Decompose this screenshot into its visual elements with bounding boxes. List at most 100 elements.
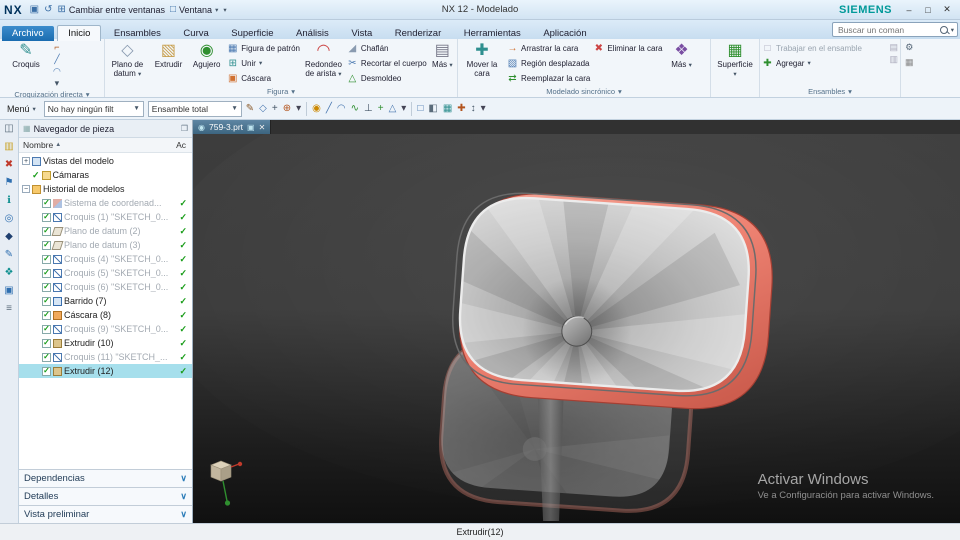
menu-button[interactable]: Menú ▾	[3, 101, 40, 117]
ribbon-tab[interactable]: Análisis	[286, 26, 339, 41]
midpoint-snap-icon[interactable]: +	[378, 101, 384, 117]
tree-row[interactable]: − ✓ ✓ Historial de modelos ✓	[19, 182, 192, 196]
expander-icon[interactable]	[32, 283, 40, 291]
graphics-window[interactable]: ◉ 759-3.prt ▣ ✕ Activar Windows Ve a Con…	[193, 120, 960, 523]
perpendicular-snap-icon[interactable]: ⊥	[364, 101, 373, 117]
tree-item-label[interactable]: Cámaras	[53, 170, 90, 180]
tree-item-label[interactable]: Vistas del modelo	[43, 156, 114, 166]
tree-row[interactable]: ✓ ✓ Croquis (5) "SKETCH_0... ✓	[19, 266, 192, 280]
feature-checkbox[interactable]: ✓	[42, 226, 51, 236]
feature-checkbox[interactable]: ✓	[42, 212, 51, 222]
selection-filter-dropdown[interactable]: No hay ningún filt ▼	[43, 100, 144, 117]
edge-blend-button[interactable]: ◠ Redondeo de arista ▾	[303, 40, 344, 80]
ribbon-tab[interactable]: Archivo	[2, 26, 54, 41]
work-in-assembly-button[interactable]: □ Trabajar en el ensamble	[762, 41, 886, 55]
close-tab-icon[interactable]: ✕	[259, 123, 266, 132]
expander-icon[interactable]	[32, 269, 40, 277]
tree-item-label[interactable]: Plano de datum (2)	[64, 226, 141, 236]
part-navigator-header[interactable]: ▦ Navegador de pieza ❒	[19, 120, 192, 138]
feature-checkbox[interactable]: ✓	[42, 254, 51, 264]
search-dropdown-icon[interactable]: ▾	[951, 26, 954, 34]
quick-access-customize-icon[interactable]: ▾	[223, 6, 226, 14]
tree-item-label[interactable]: Croquis (9) "SKETCH_0...	[64, 324, 168, 334]
ribbon-tab[interactable]: Curva	[173, 26, 218, 41]
details-panel[interactable]: Detalles ∨	[19, 487, 192, 505]
tree-row[interactable]: ✓ ✓ Barrido (7) ✓	[19, 294, 192, 308]
group-label-assemblies[interactable]: Ensambles ▾	[760, 86, 900, 97]
search-results-icon[interactable]: ◎	[5, 213, 14, 224]
hole-button[interactable]: ◉ Agujero	[189, 40, 224, 70]
ribbon-tab[interactable]: Ensambles	[104, 26, 171, 41]
expander-icon[interactable]	[32, 241, 40, 249]
extrude-button[interactable]: ▧ Extrudir	[151, 40, 186, 70]
tree-row[interactable]: ✓ ✓ Sistema de coordenad... ✓	[19, 196, 192, 210]
pan-icon[interactable]: ✚	[457, 101, 465, 117]
expander-icon[interactable]	[32, 297, 40, 305]
wireframe-view-icon[interactable]: □	[417, 101, 423, 117]
group-dialog-launcher-icon[interactable]: ▾	[618, 87, 622, 96]
part-navigator-icon[interactable]: ⚑	[5, 177, 14, 188]
column-ac-header[interactable]: Ac	[176, 140, 188, 150]
draft-button[interactable]: △ Desmoldeo	[347, 71, 427, 85]
tree-row[interactable]: ✓ ✓ Cámaras ✓	[19, 168, 192, 182]
save-icon[interactable]: ▣	[30, 4, 39, 15]
hd3d-tools-icon[interactable]: ◆	[5, 231, 13, 242]
info-icon[interactable]: ℹ	[7, 195, 11, 206]
expander-icon[interactable]	[32, 367, 40, 375]
selection-scope-dropdown[interactable]: Ensamble total ▼	[147, 100, 242, 117]
move-component-icon[interactable]: ▤	[889, 42, 898, 53]
history-palette-icon[interactable]: ▣	[4, 285, 13, 296]
trim-body-button[interactable]: ✂ Recortar el cuerpo	[347, 56, 427, 70]
expander-icon[interactable]	[32, 353, 40, 361]
assembly-constraints-icon[interactable]: ▥	[889, 54, 898, 65]
tree-item-label[interactable]: Croquis (6) "SKETCH_0...	[64, 282, 168, 292]
ribbon-tab[interactable]: Vista	[341, 26, 382, 41]
line-icon[interactable]: ╱	[53, 54, 61, 65]
group-dialog-launcher-icon[interactable]: ▾	[848, 87, 852, 96]
constraint-navigator-icon[interactable]: ✖	[5, 159, 13, 170]
ribbon-tab[interactable]: Herramientas	[454, 26, 531, 41]
part-tab[interactable]: ◉ 759-3.prt ▣ ✕	[193, 120, 272, 134]
tree-item-label[interactable]: Plano de datum (3)	[64, 240, 141, 250]
tree-item-label[interactable]: Extrudir (10)	[64, 338, 114, 348]
tree-row[interactable]: ✓ ✓ Croquis (6) "SKETCH_0... ✓	[19, 280, 192, 294]
expander-icon[interactable]	[32, 255, 40, 263]
more-sketch-tools-icon[interactable]: ▾	[53, 78, 61, 89]
sketch-button[interactable]: ✎ Croquis	[2, 40, 50, 70]
chevron-expand-icon[interactable]: ∨	[180, 509, 187, 520]
grid-icon[interactable]: ▦	[443, 101, 452, 117]
panels-toggle-icon[interactable]: ◫	[4, 123, 13, 134]
feature-checkbox[interactable]: ✓	[42, 352, 51, 362]
delete-face-button[interactable]: ✖ Eliminar la cara	[593, 41, 663, 55]
snap-dropdown-icon[interactable]: ▾	[401, 101, 406, 117]
tree-item-label[interactable]: Cáscara (8)	[64, 310, 111, 320]
tree-item-label[interactable]: Sistema de coordenad...	[64, 198, 162, 208]
tree-row[interactable]: ✓ ✓ Extrudir (10) ✓	[19, 336, 192, 350]
ribbon-tab[interactable]: Superficie	[221, 26, 283, 41]
shaded-view-icon[interactable]: ◧	[428, 101, 437, 117]
zoom-icon[interactable]: ↕	[471, 101, 476, 117]
ribbon-tab[interactable]: Aplicación	[533, 26, 596, 41]
chevron-expand-icon[interactable]: ∨	[180, 491, 187, 502]
group-label-synchronous[interactable]: Modelado sincrónico ▾	[458, 86, 710, 97]
pull-face-button[interactable]: → Arrastrar la cara	[507, 41, 590, 55]
tree-item-label[interactable]: Croquis (11) "SKETCH_...	[64, 352, 168, 362]
separator[interactable]	[306, 101, 308, 116]
expander-icon[interactable]: +	[22, 157, 30, 165]
unite-button[interactable]: ⊞ Unir ▾	[227, 56, 300, 70]
expander-icon[interactable]	[32, 227, 40, 235]
offset-region-button[interactable]: ▧ Región desplazada	[507, 56, 590, 70]
feature-checkbox[interactable]: ✓	[42, 240, 51, 250]
expander-icon[interactable]	[32, 213, 40, 221]
tree-item-label[interactable]: Barrido (7)	[64, 296, 107, 306]
feature-checkbox[interactable]: ✓	[42, 268, 51, 278]
tree-row[interactable]: ✓ ✓ Croquis (1) "SKETCH_0... ✓	[19, 210, 192, 224]
chamfer-button[interactable]: ◢ Chaflán	[347, 41, 427, 55]
feature-checkbox[interactable]: ✓	[42, 198, 51, 208]
process-navigator-icon[interactable]: ❖	[5, 267, 14, 278]
tree-item-label[interactable]: Historial de modelos	[43, 184, 125, 194]
tree-row[interactable]: ✓ ✓ Croquis (11) "SKETCH_... ✓	[19, 350, 192, 364]
dependencies-panel[interactable]: Dependencias ∨	[19, 469, 192, 487]
chevron-expand-icon[interactable]: ∨	[180, 473, 187, 484]
snap-point-icon[interactable]: ◉	[312, 101, 321, 117]
